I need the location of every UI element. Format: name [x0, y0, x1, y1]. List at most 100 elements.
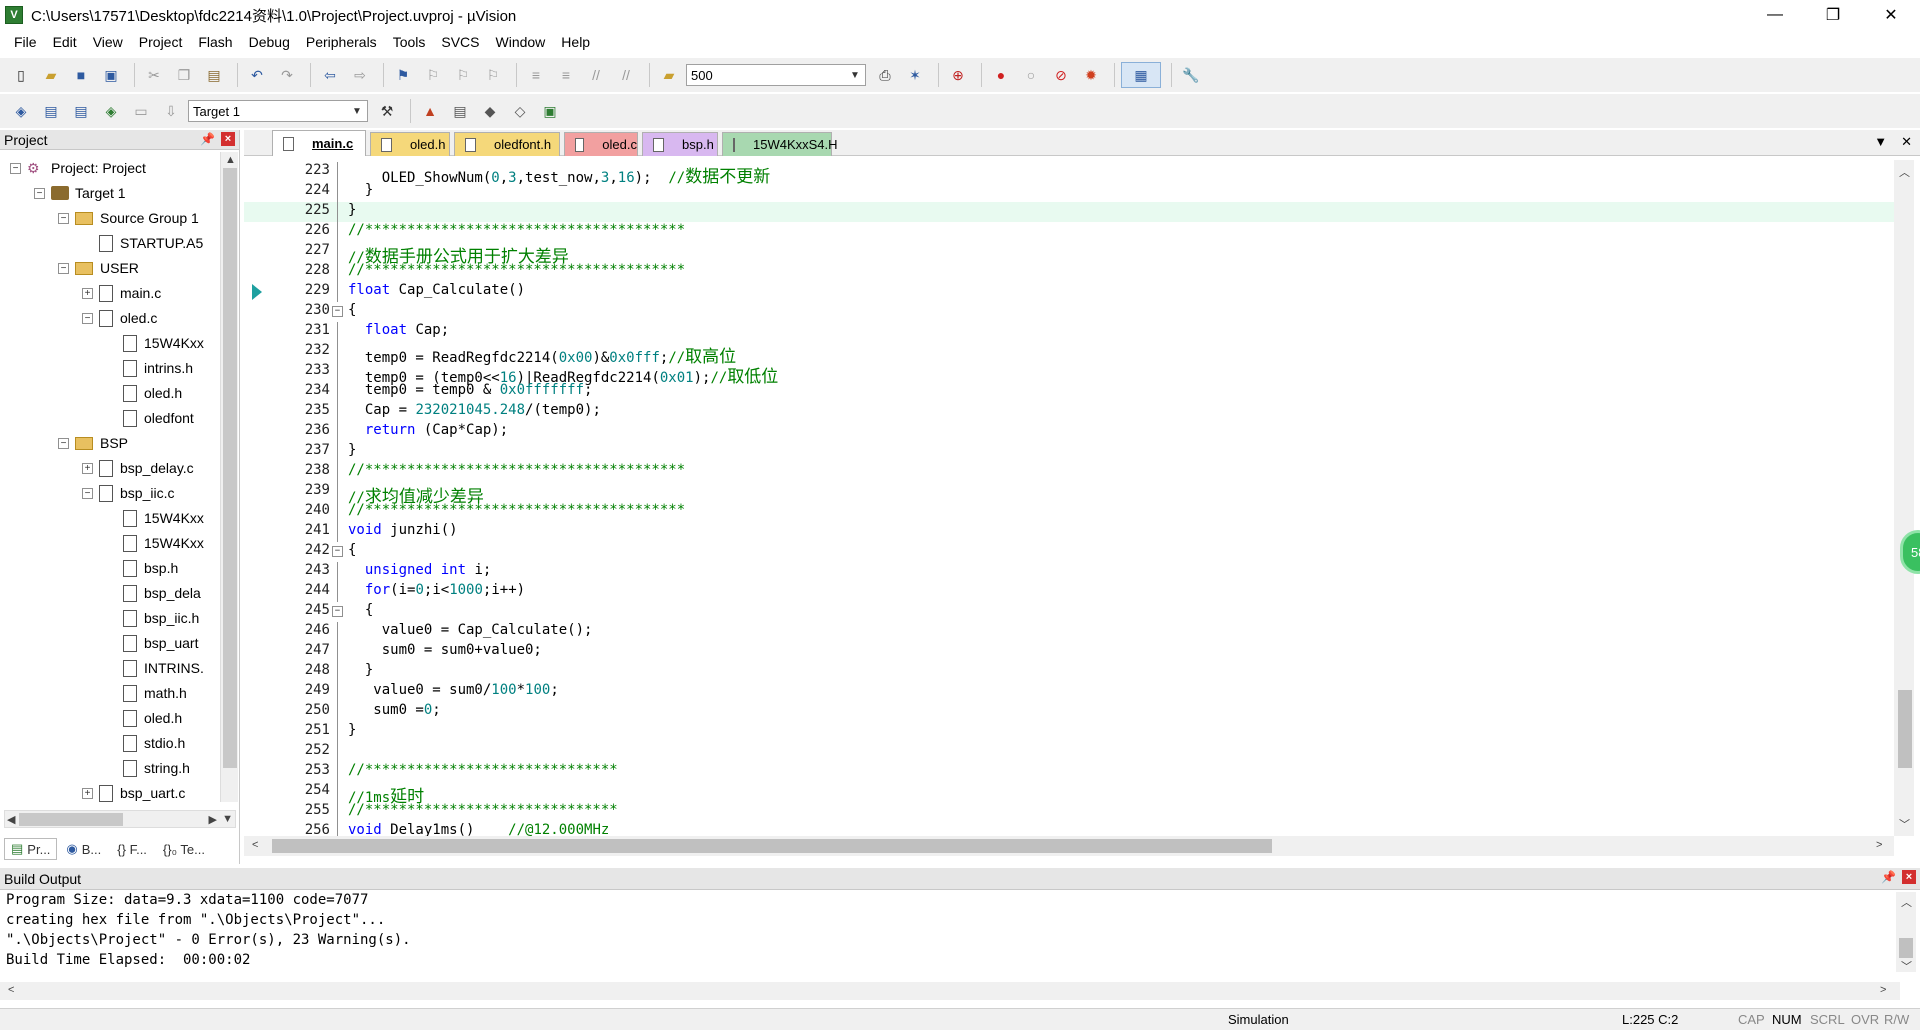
clear-bookmarks-icon[interactable]: ⚐	[480, 62, 506, 88]
download-icon[interactable]: ⇩	[158, 98, 184, 124]
expand-icon[interactable]: +	[82, 462, 93, 474]
menu-edit[interactable]: Edit	[45, 34, 85, 50]
breakpoint-icon[interactable]: ●	[988, 62, 1014, 88]
tree-item[interactable]: stdio.h	[106, 731, 185, 755]
editor-tab[interactable]: main.c	[272, 130, 366, 156]
tree-item[interactable]: − Target 1	[34, 181, 126, 205]
build-icon[interactable]: ▤	[38, 98, 64, 124]
incremental-find-icon[interactable]: ✶	[902, 62, 928, 88]
tree-item[interactable]: math.h	[106, 681, 187, 705]
find-icon[interactable]: ⎙	[872, 62, 898, 88]
disable-all-breakpoints-icon[interactable]: ⊘	[1048, 62, 1074, 88]
tree-item[interactable]: − BSP	[58, 431, 128, 455]
tree-item[interactable]: oled.h	[106, 381, 182, 405]
tree-item[interactable]: bsp_iic.h	[106, 606, 199, 630]
target-select[interactable]: Target 1 ▼	[188, 100, 368, 122]
collapse-icon[interactable]: −	[58, 437, 69, 449]
minimize-button[interactable]: —	[1746, 0, 1804, 30]
find-in-files-icon[interactable]: ▰	[656, 62, 682, 88]
pin-icon[interactable]: 📌	[200, 132, 215, 146]
editor-tab[interactable]: bsp.h	[642, 132, 718, 156]
uncomment-icon[interactable]: //	[613, 62, 639, 88]
fold-toggle-icon[interactable]: −	[332, 306, 343, 317]
tree-item[interactable]: + bsp_delay.c	[82, 456, 194, 480]
new-file-icon[interactable]: ▯	[8, 62, 34, 88]
multi-project-icon[interactable]: ▣	[537, 98, 563, 124]
prev-bookmark-icon[interactable]: ⚐	[420, 62, 446, 88]
pin-icon[interactable]: 📌	[1881, 870, 1896, 884]
rebuild-icon[interactable]: ▤	[68, 98, 94, 124]
tree-item[interactable]: bsp_dela	[106, 581, 201, 605]
build-output-vscroll[interactable]: ︿ ﹀	[1896, 892, 1916, 973]
collapse-icon[interactable]: −	[58, 262, 69, 274]
project-tree-hscroll[interactable]: ◀ ▶ ▼	[4, 810, 236, 828]
tree-item[interactable]: + main.c	[82, 281, 161, 305]
copy-icon[interactable]: ❐	[171, 62, 197, 88]
menu-window[interactable]: Window	[488, 34, 554, 50]
tab-books[interactable]: ◉ B...	[59, 838, 108, 860]
select-packs-icon[interactable]: ◆	[477, 98, 503, 124]
save-icon[interactable]: ■	[68, 62, 94, 88]
tree-item[interactable]: 15W4Kxx	[106, 331, 204, 355]
build-output-hscroll[interactable]: < >	[0, 982, 1900, 1000]
tree-item[interactable]: bsp_uart	[106, 631, 198, 655]
pack-installer-icon[interactable]: ◇	[507, 98, 533, 124]
menu-flash[interactable]: Flash	[190, 34, 240, 50]
kill-breakpoints-icon[interactable]: ✹	[1078, 62, 1104, 88]
manage-rte-icon[interactable]: ▤	[447, 98, 473, 124]
project-tree-vscroll[interactable]: ▲	[220, 152, 238, 802]
menu-tools[interactable]: Tools	[385, 34, 434, 50]
menu-project[interactable]: Project	[131, 34, 191, 50]
configure-icon[interactable]: 🔧	[1178, 62, 1204, 88]
fold-toggle-icon[interactable]: −	[332, 546, 343, 557]
tree-item[interactable]: string.h	[106, 756, 190, 780]
editor-tab[interactable]: oled.c	[564, 132, 638, 156]
undo-icon[interactable]: ↶	[244, 62, 270, 88]
navigate-forward-icon[interactable]: ⇨	[347, 62, 373, 88]
tree-item[interactable]: − Source Group 1	[58, 206, 199, 230]
expand-icon[interactable]: +	[82, 287, 93, 299]
collapse-icon[interactable]: −	[82, 312, 93, 324]
open-file-icon[interactable]: ▰	[38, 62, 64, 88]
restore-button[interactable]: ❐	[1804, 0, 1862, 30]
collapse-icon[interactable]: −	[34, 187, 45, 199]
expand-icon[interactable]: +	[82, 787, 93, 799]
editor-tab[interactable]: oled.h	[370, 132, 450, 156]
tree-item[interactable]: − ⚙ Project: Project	[10, 156, 146, 180]
tree-item[interactable]: − oled.c	[82, 306, 157, 330]
code-editor[interactable]: 223 OLED_ShowNum(0,3,test_now,3,16); //数…	[244, 160, 1894, 836]
manage-project-items-icon[interactable]: ▲	[417, 98, 443, 124]
build-output-text[interactable]: Program Size: data=9.3 xdata=1100 code=7…	[0, 892, 1895, 992]
batch-build-icon[interactable]: ◈	[98, 98, 124, 124]
menu-view[interactable]: View	[85, 34, 131, 50]
tree-item[interactable]: oled.h	[106, 706, 182, 730]
translate-icon[interactable]: ◈	[8, 98, 34, 124]
tree-item[interactable]: oledfont	[106, 406, 194, 430]
tree-item[interactable]: − bsp_iic.c	[82, 481, 174, 505]
tree-item[interactable]: bsp.h	[106, 556, 178, 580]
paste-icon[interactable]: ▤	[201, 62, 227, 88]
editor-tab[interactable]: 15W4KxxS4.H	[722, 132, 838, 156]
unindent-icon[interactable]: ≡	[553, 62, 579, 88]
editor-tab[interactable]: oledfont.h	[454, 132, 560, 156]
window-layout-icon[interactable]: ▦	[1121, 62, 1161, 88]
close-panel-icon[interactable]: ×	[221, 132, 235, 146]
cut-icon[interactable]: ✂	[141, 62, 167, 88]
navigate-back-icon[interactable]: ⇦	[317, 62, 343, 88]
menu-debug[interactable]: Debug	[241, 34, 298, 50]
chevron-down-icon[interactable]: ▼	[847, 67, 863, 83]
tree-item[interactable]: 15W4Kxx	[106, 506, 204, 530]
tree-item[interactable]: + bsp_uart.c	[82, 781, 185, 802]
chevron-down-icon[interactable]: ▼	[349, 103, 365, 119]
save-all-icon[interactable]: ▣	[98, 62, 124, 88]
stop-build-icon[interactable]: ▭	[128, 98, 154, 124]
tab-templates[interactable]: {}₀ Te...	[156, 838, 212, 860]
collapse-icon[interactable]: −	[10, 162, 21, 174]
tab-list-dropdown-icon[interactable]: ▼	[1874, 134, 1887, 150]
tree-item[interactable]: 15W4Kxx	[106, 531, 204, 555]
redo-icon[interactable]: ↷	[274, 62, 300, 88]
tree-item[interactable]: STARTUP.A5	[82, 231, 203, 255]
close-panel-icon[interactable]: ×	[1902, 870, 1916, 884]
find-combo[interactable]: 500 ▼	[686, 64, 866, 86]
editor-hscroll[interactable]: < >	[244, 836, 1894, 856]
